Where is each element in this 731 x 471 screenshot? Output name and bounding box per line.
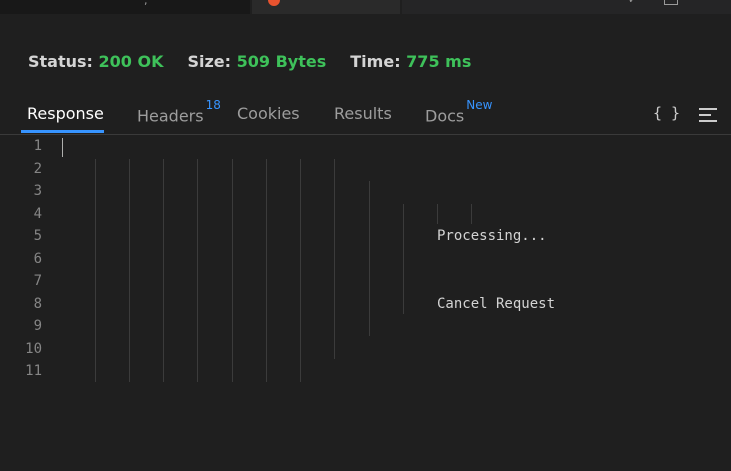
cancel-request-link[interactable]: Cancel Request	[437, 296, 555, 312]
indent-guide	[471, 204, 472, 224]
editor-tab-2[interactable]	[252, 0, 400, 14]
text-cursor	[62, 138, 63, 157]
indent-guide	[403, 204, 404, 314]
tab-glyph-icon: ,	[144, 0, 148, 7]
tab-headers[interactable]: Headers18	[137, 98, 221, 126]
braces-icon[interactable]: { }	[653, 104, 680, 122]
line-number: 5	[33, 228, 42, 244]
time-group: Time: 775 ms	[350, 52, 471, 71]
indent-guide	[369, 181, 370, 336]
time-label: Time:	[350, 52, 401, 71]
docs-new-badge: New	[466, 98, 493, 112]
line-number: 9	[33, 318, 42, 334]
tab-response-label: Response	[27, 104, 104, 123]
time-value: 775 ms	[406, 52, 472, 71]
word-wrap-icon[interactable]	[699, 108, 717, 126]
line-number: 8	[33, 296, 42, 312]
status-label: Status:	[28, 52, 93, 71]
tab-headers-label: Headers	[137, 106, 204, 126]
indent-guide	[300, 159, 301, 382]
check-icon[interactable]: ✓	[628, 0, 637, 6]
line-number: 6	[33, 251, 42, 267]
processing-text: Processing...	[437, 228, 547, 244]
split-icon[interactable]	[664, 0, 678, 5]
tab-results-label: Results	[334, 104, 392, 123]
tab-cookies[interactable]: Cookies	[237, 104, 300, 123]
top-tab-strip: , ✓	[0, 0, 731, 14]
indent-guide	[437, 204, 438, 224]
line-number: 10	[25, 341, 42, 357]
line-number: 4	[33, 206, 42, 222]
active-tab-indicator	[21, 130, 104, 133]
tab-docs-label: Docs	[425, 106, 465, 126]
line-number: 11	[25, 363, 42, 379]
tab-cookies-label: Cookies	[237, 104, 300, 123]
response-status-bar: Status: 200 OK Size: 509 Bytes Time: 775…	[28, 52, 471, 71]
indent-guide	[266, 159, 267, 382]
editor-tab-3[interactable]: ✓	[402, 0, 731, 14]
file-type-icon	[268, 0, 280, 6]
status-value: 200 OK	[98, 52, 164, 71]
indent-guide	[163, 159, 164, 382]
response-tabs: Response Headers18 Cookies Results DocsN…	[0, 96, 731, 135]
indent-guide	[232, 159, 233, 382]
size-value: 509 Bytes	[236, 52, 327, 71]
size-label: Size:	[187, 52, 232, 71]
tab-results[interactable]: Results	[334, 104, 392, 123]
line-number: 3	[33, 183, 42, 199]
indent-guide	[334, 159, 335, 359]
indent-guide	[95, 159, 96, 382]
indent-guide	[197, 159, 198, 382]
line-number: 2	[33, 161, 42, 177]
line-number: 1	[33, 138, 42, 154]
headers-count-badge: 18	[205, 98, 221, 112]
line-number: 7	[33, 273, 42, 289]
size-group: Size: 509 Bytes	[187, 52, 326, 71]
response-editor[interactable]: 1 2 3 4 5 6 7 8 9 10 11 Processing... Ca…	[0, 135, 731, 471]
editor-tab-1[interactable]: ,	[0, 0, 250, 14]
tab-response[interactable]: Response	[27, 104, 104, 123]
tab-docs[interactable]: DocsNew	[425, 98, 492, 126]
indent-guide	[129, 159, 130, 382]
status-group: Status: 200 OK	[28, 52, 163, 71]
